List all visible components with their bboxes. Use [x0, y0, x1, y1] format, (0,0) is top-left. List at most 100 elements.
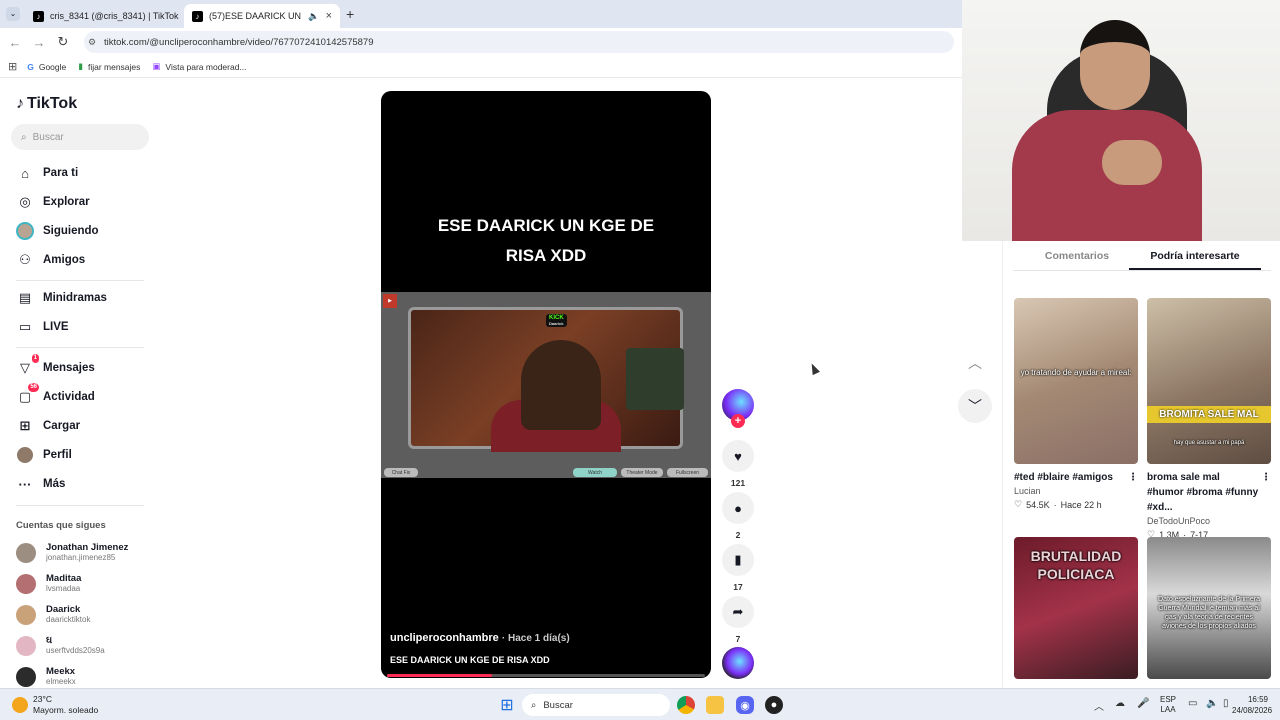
tab-comentarios[interactable]: Comentarios [1013, 250, 1141, 262]
card-author[interactable]: DeTodoUnPoco [1147, 516, 1271, 526]
video-thumbnail[interactable]: yo tratando de ayudar a mireal: [1014, 298, 1138, 464]
browser-tab-bar: ⌄ ♪ cris_8341 (@cris_8341) | TikTok × ♪ … [0, 0, 962, 28]
following-account[interactable]: Jonathan Jimenez jonathan.jimenez85 [16, 542, 128, 563]
bookmark-google[interactable]: G Google [27, 62, 66, 72]
nav-para-ti[interactable]: ⌂ Para ti [16, 164, 78, 182]
profile-avatar-icon [16, 446, 34, 464]
forward-icon[interactable]: → [27, 30, 51, 54]
volume-icon[interactable]: 🔈 [1206, 698, 1218, 709]
nav-amigos[interactable]: ⚇ Amigos [16, 251, 85, 269]
search-input[interactable]: ⌕ Buscar [11, 124, 149, 150]
url-field[interactable]: ⚙ tiktok.com/@uncliperoconhambre/video/7… [84, 31, 954, 53]
nav-perfil[interactable]: Perfil [16, 446, 72, 464]
weather-widget[interactable]: 23°C Mayorm. soleado [33, 694, 98, 716]
tray-chevron-icon[interactable]: ︿ [1094, 698, 1104, 713]
tab-podria-interesarte[interactable]: Podría interesarte [1129, 250, 1261, 262]
new-tab-button[interactable]: + [346, 6, 354, 22]
more-options-icon[interactable]: ⋮ [1261, 470, 1271, 485]
compass-icon: ◎ [19, 194, 31, 209]
apps-grid-icon[interactable]: ⊞ [8, 60, 17, 73]
recommended-video-card[interactable]: BROMITA SALE MAL hay que asustar a mi pa… [1147, 298, 1271, 540]
back-icon[interactable]: ← [3, 30, 27, 54]
mouse-cursor-icon [808, 361, 820, 376]
thumbnail-caption: BROMITA SALE MAL [1147, 406, 1271, 423]
following-account[interactable]: Daarick daaricktiktok [16, 604, 90, 625]
more-icon: ··· [18, 476, 32, 492]
recommended-video-card[interactable]: BRUTALIDAD POLICIACA [1014, 537, 1138, 679]
comment-count: 2 [735, 530, 741, 540]
more-options-icon[interactable]: ⋮ [1128, 470, 1138, 485]
recommended-video-card[interactable]: yo tratando de ayudar a mireal: #ted #bl… [1014, 298, 1138, 510]
tab-profile[interactable]: ♪ cris_8341 (@cris_8341) | TikTok × [25, 4, 181, 28]
tiktok-note-icon: ♪ [16, 95, 24, 112]
tab-video[interactable]: ♪ (57)ESE DAARICK UN KGE D 🔈 × [184, 4, 340, 28]
share-action: ➦ 7 [722, 596, 754, 644]
video-player[interactable]: ESE DAARICK UN KGE DE RISA XDD ▶ KICK Daa… [381, 91, 711, 678]
microphone-icon[interactable]: 🎤 [1137, 698, 1149, 709]
following-account[interactable]: Meekx elmeekx [16, 666, 76, 687]
chrome-icon[interactable] [677, 696, 695, 714]
nav-live[interactable]: ▭ LIVE [16, 318, 69, 336]
next-video-icon[interactable]: ﹀ [958, 389, 992, 423]
comment-icon[interactable]: ● [722, 492, 754, 524]
nav-cargar[interactable]: ⊞ Cargar [16, 417, 81, 435]
video-clip-frame: ▶ KICK Daarick Chat Fix Watch Theater Mod… [381, 292, 711, 478]
messages-badge: 1 [31, 354, 39, 363]
recommendations-panel: Comentarios Podría interesarte yo tratan… [1002, 241, 1280, 688]
bookmark-icon[interactable]: ▮ [722, 544, 754, 576]
following-account[interactable]: ઘ userftvdds20s9a [16, 635, 105, 656]
folder-icon: ▮ [78, 61, 83, 71]
comment-action: ● 2 [722, 492, 754, 540]
bookmark-fijar[interactable]: ▮ fijar mensajes [78, 61, 140, 72]
recommended-video-card[interactable]: Dato espeluznante de la Primera Guerra M… [1147, 537, 1271, 679]
tiktok-logo[interactable]: ♪ TikTok [16, 95, 77, 113]
clip-button: Theater Mode [621, 468, 663, 477]
card-author[interactable]: Lucian [1014, 486, 1138, 496]
nav-minidramas[interactable]: ▤ Minidramas [16, 289, 107, 307]
heart-icon[interactable]: ♥ [722, 440, 754, 472]
video-progress-fill [387, 674, 492, 677]
google-icon: G [27, 61, 34, 72]
tray-app-icon[interactable]: ☁ [1115, 698, 1125, 709]
heart-outline-icon: ♡ [1014, 499, 1023, 509]
card-title: #ted #blaire #amigos ⋮ [1014, 470, 1138, 485]
previous-video-icon[interactable]: ︿ [958, 346, 992, 380]
obs-icon[interactable]: ● [765, 696, 783, 714]
close-tab-icon[interactable]: × [326, 10, 332, 22]
nav-mensajes[interactable]: ▽ 1 Mensajes [16, 354, 95, 377]
discord-icon[interactable]: ◉ [736, 696, 754, 714]
video-thumbnail[interactable]: Dato espeluznante de la Primera Guerra M… [1147, 537, 1271, 679]
bookmark-vista[interactable]: ▣ Vista para moderad... [152, 61, 246, 72]
video-thumbnail[interactable]: BROMITA SALE MAL hay que asustar a mi pa… [1147, 298, 1271, 464]
nav-actividad[interactable]: ▢ 56 Actividad [16, 383, 95, 406]
taskbar-search[interactable]: ⌕ Buscar [522, 694, 670, 716]
nav-siguiendo[interactable]: Siguiendo [16, 222, 99, 240]
nav-mas[interactable]: ··· Más [16, 475, 66, 493]
video-thumbnail[interactable]: BRUTALIDAD POLICIACA [1014, 537, 1138, 679]
upload-icon: ⊞ [19, 418, 31, 433]
activity-badge: 56 [28, 383, 39, 392]
tab-list-dropdown[interactable]: ⌄ [6, 7, 20, 21]
speaker-icon[interactable]: 🔈 [308, 11, 319, 22]
windows-start-icon[interactable]: ⊞ [498, 696, 516, 714]
active-tab-indicator [1129, 268, 1261, 270]
site-info-icon[interactable]: ⚙ [88, 37, 96, 48]
weather-sun-icon[interactable] [12, 697, 28, 713]
share-icon[interactable]: ➦ [722, 596, 754, 628]
language-indicator[interactable]: ESP LAA [1160, 695, 1176, 715]
file-explorer-icon[interactable] [706, 696, 724, 714]
music-disc-icon[interactable] [722, 647, 754, 679]
battery-icon[interactable]: ▯ [1223, 698, 1229, 709]
clock[interactable]: 16:59 24/08/2026 [1232, 694, 1272, 716]
follow-plus-icon[interactable]: + [731, 414, 745, 428]
video-author[interactable]: uncliperoconhambre · Hace 1 día(s) [390, 632, 570, 644]
network-icon[interactable]: ▭ [1188, 698, 1197, 709]
reload-icon[interactable]: ↻ [51, 30, 75, 54]
clip-logo-icon: ▶ [383, 294, 397, 308]
video-progress-bar[interactable] [387, 674, 705, 677]
url-text: tiktok.com/@uncliperoconhambre/video/767… [104, 36, 374, 48]
video-title-overlay: ESE DAARICK UN KGE DE RISA XDD [437, 216, 655, 265]
avatar [16, 573, 36, 594]
following-account[interactable]: Maditaa lvsmadaa [16, 573, 81, 594]
nav-explorar[interactable]: ◎ Explorar [16, 193, 89, 211]
